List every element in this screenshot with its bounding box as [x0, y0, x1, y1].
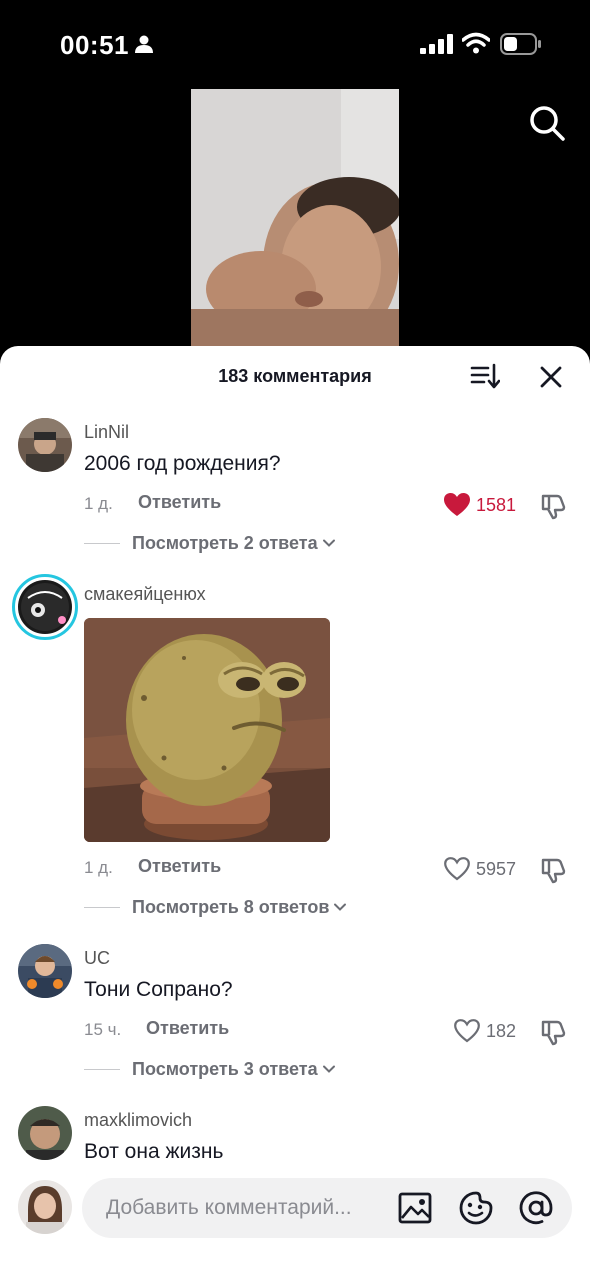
- comment-text: Вот она жизнь: [84, 1140, 224, 1163]
- like-button[interactable]: 5957: [444, 854, 516, 884]
- mention-icon[interactable]: [518, 1190, 554, 1226]
- status-bar: 00:51: [0, 0, 590, 88]
- reply-button[interactable]: Ответить: [138, 492, 221, 513]
- avatar[interactable]: [18, 1106, 72, 1160]
- comment-username[interactable]: UC: [84, 948, 110, 969]
- comment-time: 1 д.: [84, 494, 113, 513]
- divider: [84, 906, 120, 908]
- like-button[interactable]: 1581: [443, 490, 516, 520]
- search-icon[interactable]: [528, 104, 566, 142]
- comment-meta: 1 д. Ответить 1581: [84, 490, 574, 520]
- potato-meme-image: [84, 618, 330, 842]
- view-replies-button[interactable]: Посмотреть 3 ответа: [84, 1056, 336, 1082]
- comment-username[interactable]: maxklimovich: [84, 1110, 192, 1131]
- avatar[interactable]: [12, 574, 78, 640]
- emoji-icon[interactable]: [458, 1190, 494, 1226]
- battery-icon: [500, 33, 541, 55]
- status-time: 00:51: [60, 30, 129, 60]
- divider: [84, 1068, 120, 1070]
- comments-count-title: 183 комментария: [218, 366, 372, 386]
- view-replies-button[interactable]: Посмотреть 8 ответов: [84, 894, 347, 920]
- reply-button[interactable]: Ответить: [146, 1018, 229, 1039]
- dislike-icon[interactable]: [540, 492, 568, 520]
- heart-icon: [444, 857, 470, 881]
- view-replies-button[interactable]: Посмотреть 2 ответа: [84, 530, 336, 556]
- view-replies-label: Посмотреть 3 ответа: [132, 1058, 318, 1079]
- comment-time: 1 д.: [84, 858, 113, 877]
- my-avatar: [18, 1180, 72, 1234]
- sort-icon[interactable]: [470, 362, 500, 390]
- heart-filled-icon: [443, 493, 470, 516]
- comment-input-bar: Добавить комментарий...: [0, 1162, 590, 1280]
- view-replies-label: Посмотреть 8 ответов: [132, 896, 330, 917]
- comment-text: 2006 год рождения?: [84, 452, 281, 475]
- comment-time: 15 ч.: [84, 1020, 122, 1039]
- heart-icon: [454, 1019, 480, 1043]
- signal-icon: [420, 34, 453, 54]
- chevron-down-icon: [334, 903, 347, 911]
- comments-sheet: 183 комментария LinNil 2006 год рождения…: [0, 346, 590, 1280]
- image-icon[interactable]: [398, 1192, 432, 1224]
- wifi-icon: [462, 32, 490, 54]
- avatar[interactable]: [18, 944, 72, 998]
- view-replies-label: Посмотреть 2 ответа: [132, 532, 318, 553]
- dislike-icon[interactable]: [540, 856, 568, 884]
- comment-meta: 1 д. Ответить 5957: [84, 854, 574, 884]
- comment-username[interactable]: LinNil: [84, 422, 129, 443]
- video-player[interactable]: [191, 89, 399, 351]
- comment-input-placeholder: Добавить комментарий...: [106, 1196, 352, 1219]
- like-count: 182: [485, 1020, 516, 1041]
- divider: [84, 542, 120, 544]
- comment-meta: 15 ч. Ответить 182: [84, 1016, 574, 1046]
- avatar[interactable]: [18, 418, 72, 472]
- comment-text: Тони Сопрано?: [84, 978, 233, 1001]
- like-count: 5957: [475, 858, 516, 879]
- person-icon: [135, 35, 153, 53]
- dislike-icon[interactable]: [540, 1018, 568, 1046]
- like-button[interactable]: 182: [454, 1016, 516, 1046]
- close-icon[interactable]: [538, 364, 564, 390]
- chevron-down-icon: [322, 1065, 335, 1073]
- comment-image[interactable]: [84, 618, 330, 842]
- like-count: 1581: [475, 494, 516, 515]
- chevron-down-icon: [322, 539, 335, 547]
- comment-username[interactable]: смакеяйценюх: [84, 584, 206, 605]
- comment-input[interactable]: Добавить комментарий...: [82, 1178, 572, 1238]
- sheet-header: 183 комментария: [0, 346, 590, 408]
- reply-button[interactable]: Ответить: [138, 856, 221, 877]
- video-frame: [191, 89, 399, 351]
